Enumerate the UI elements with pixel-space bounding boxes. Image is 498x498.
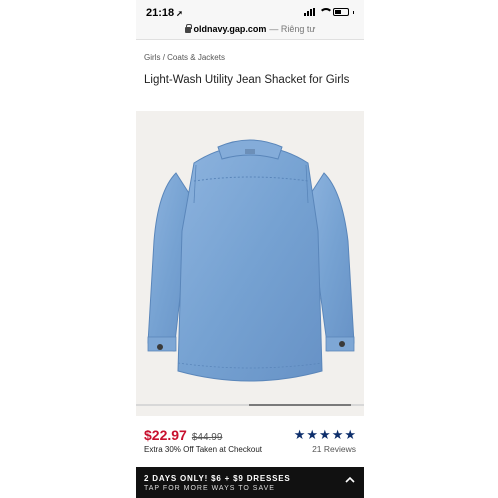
star-icon: ★ — [331, 427, 344, 442]
breadcrumb: Girls / Coats & Jackets — [144, 53, 225, 62]
reviews-link[interactable]: 21 Reviews — [312, 444, 356, 454]
status-time: 21:18 ➚ — [146, 7, 183, 19]
promo-text: Extra 30% Off Taken at Checkout — [144, 445, 262, 454]
chevron-up-icon[interactable] — [344, 474, 356, 486]
time-text: 21:18 — [146, 7, 175, 19]
jacket-illustration — [147, 139, 355, 382]
price-row: $22.97 $44.99 — [144, 427, 222, 443]
battery-icon — [333, 8, 349, 16]
private-label: — Riêng tư — [269, 24, 316, 34]
rating-stars[interactable]: ★ ★ ★ ★ ★ — [294, 428, 356, 441]
star-icon: ★ — [306, 427, 319, 442]
wifi-icon — [319, 8, 333, 16]
star-icon: ★ — [293, 427, 306, 442]
status-icons — [304, 8, 354, 16]
lock-icon — [184, 24, 192, 33]
breadcrumb-coats-jackets[interactable]: Coats & Jackets — [167, 53, 225, 62]
address-bar[interactable]: oldnavy.gap.com — Riêng tư — [136, 20, 364, 40]
product-image[interactable] — [136, 111, 364, 416]
breadcrumb-separator: / — [162, 53, 165, 62]
promo-banner[interactable]: 2 DAYS ONLY! $6 + $9 DRESSES TAP FOR MOR… — [136, 467, 364, 498]
domain-text: oldnavy.gap.com — [193, 24, 267, 34]
original-price: $44.99 — [191, 432, 223, 443]
breadcrumb-girls[interactable]: Girls — [144, 53, 160, 62]
address-content: oldnavy.gap.com — Riêng tư — [184, 24, 316, 34]
phone-screen: 21:18 ➚ oldnavy.gap.com — Riêng tư Girls … — [136, 0, 364, 498]
product-title: Light-Wash Utility Jean Shacket for Girl… — [144, 74, 350, 86]
star-icon: ★ — [319, 427, 331, 442]
signal-icon — [304, 8, 315, 16]
image-carousel-thumb[interactable] — [249, 404, 351, 406]
sale-price: $22.97 — [144, 427, 187, 443]
banner-headline: 2 DAYS ONLY! $6 + $9 DRESSES — [144, 474, 291, 483]
star-icon: ★ — [344, 427, 356, 442]
location-arrow-icon: ➚ — [176, 9, 183, 18]
banner-subline: TAP FOR MORE WAYS TO SAVE — [144, 485, 275, 492]
battery-tip — [353, 10, 354, 14]
